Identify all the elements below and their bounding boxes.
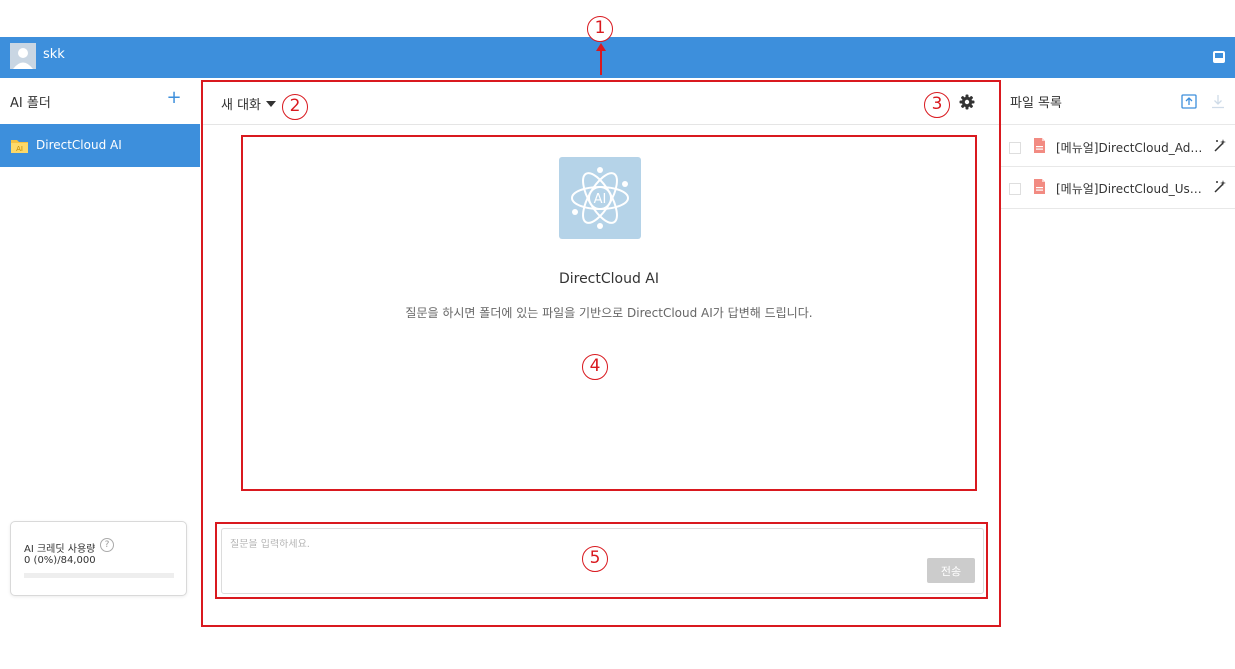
magic-wand-icon[interactable]	[1213, 179, 1227, 193]
chat-message-area: AI DirectCloud AI 질문을 하시면 폴더에 있는 파일을 기반으…	[241, 135, 977, 491]
file-checkbox[interactable]	[1009, 183, 1021, 195]
help-icon[interactable]: ?	[100, 538, 114, 552]
ai-logo: AI	[559, 157, 641, 239]
ai-folder-panel: AI 폴더 + AI DirectCloud AI AI 크레딧 사용량 ? 0…	[0, 78, 200, 669]
annotation-marker-3: 3	[924, 92, 950, 118]
assistant-name: DirectCloud AI	[558, 271, 660, 287]
file-row[interactable]: [메뉴얼]DirectCloud_User_manual.pdf	[1001, 166, 1235, 209]
atom-ai-icon: AI	[571, 167, 629, 229]
credit-progress-bar	[24, 573, 174, 578]
annotation-marker-4: 4	[582, 354, 608, 380]
file-name: [메뉴얼]DirectCloud_User_manual.pdf	[1056, 182, 1208, 196]
upload-icon[interactable]	[1181, 93, 1197, 109]
assistant-description: 질문을 하시면 폴더에 있는 파일을 기반으로 DirectCloud AI가 …	[405, 306, 813, 320]
avatar[interactable]	[10, 43, 36, 69]
annotation-arrow-head	[596, 43, 606, 51]
ai-logo-label: AI	[594, 192, 607, 207]
annotation-marker-5: 5	[582, 546, 608, 572]
inbox-tray-icon[interactable]	[1212, 50, 1226, 64]
chat-panel: 새 대화 AI DirectCloud AI 질문을 하시면 폴더에 있는 파일…	[201, 80, 1001, 627]
user-icon	[10, 43, 36, 69]
top-bar: skk	[0, 37, 1235, 78]
sidebar-item-directcloud-ai[interactable]: AI DirectCloud AI	[0, 124, 200, 167]
add-folder-button[interactable]: +	[166, 89, 182, 107]
conversation-selector[interactable]: 새 대화	[221, 94, 277, 113]
magic-wand-icon[interactable]	[1213, 138, 1227, 152]
caret-down-icon	[266, 101, 277, 107]
gear-icon[interactable]	[959, 94, 975, 110]
send-button[interactable]: 전송	[927, 558, 975, 583]
folder-icon: AI	[11, 140, 28, 153]
file-name: [메뉴얼]DirectCloud_Admin_manual.pdf	[1056, 141, 1208, 155]
file-checkbox[interactable]	[1009, 142, 1021, 154]
file-row[interactable]: [메뉴얼]DirectCloud_Admin_manual.pdf	[1001, 124, 1235, 167]
sidebar-item-label: DirectCloud AI	[36, 138, 122, 152]
header-divider	[203, 124, 999, 125]
folder-icon-label: AI	[16, 145, 23, 153]
pdf-file-icon	[1034, 138, 1045, 153]
pdf-file-icon	[1034, 179, 1045, 194]
file-list-panel: 파일 목록 [메뉴얼]DirectCloud_Admin_manual.pdf	[1001, 78, 1235, 669]
annotation-marker-2: 2	[282, 94, 308, 120]
annotation-marker-1: 1	[587, 16, 613, 42]
file-list-title: 파일 목록	[1010, 96, 1062, 111]
credit-value: 0 (0%)/84,000	[24, 555, 96, 566]
question-input[interactable]	[230, 539, 910, 550]
credit-title: AI 크레딧 사용량	[24, 544, 96, 555]
download-icon	[1212, 95, 1224, 109]
username: skk	[43, 47, 65, 62]
credit-usage-card: AI 크레딧 사용량 ? 0 (0%)/84,000	[10, 521, 187, 596]
conversation-title: 새 대화	[221, 98, 262, 113]
ai-folder-title: AI 폴더	[10, 96, 51, 111]
